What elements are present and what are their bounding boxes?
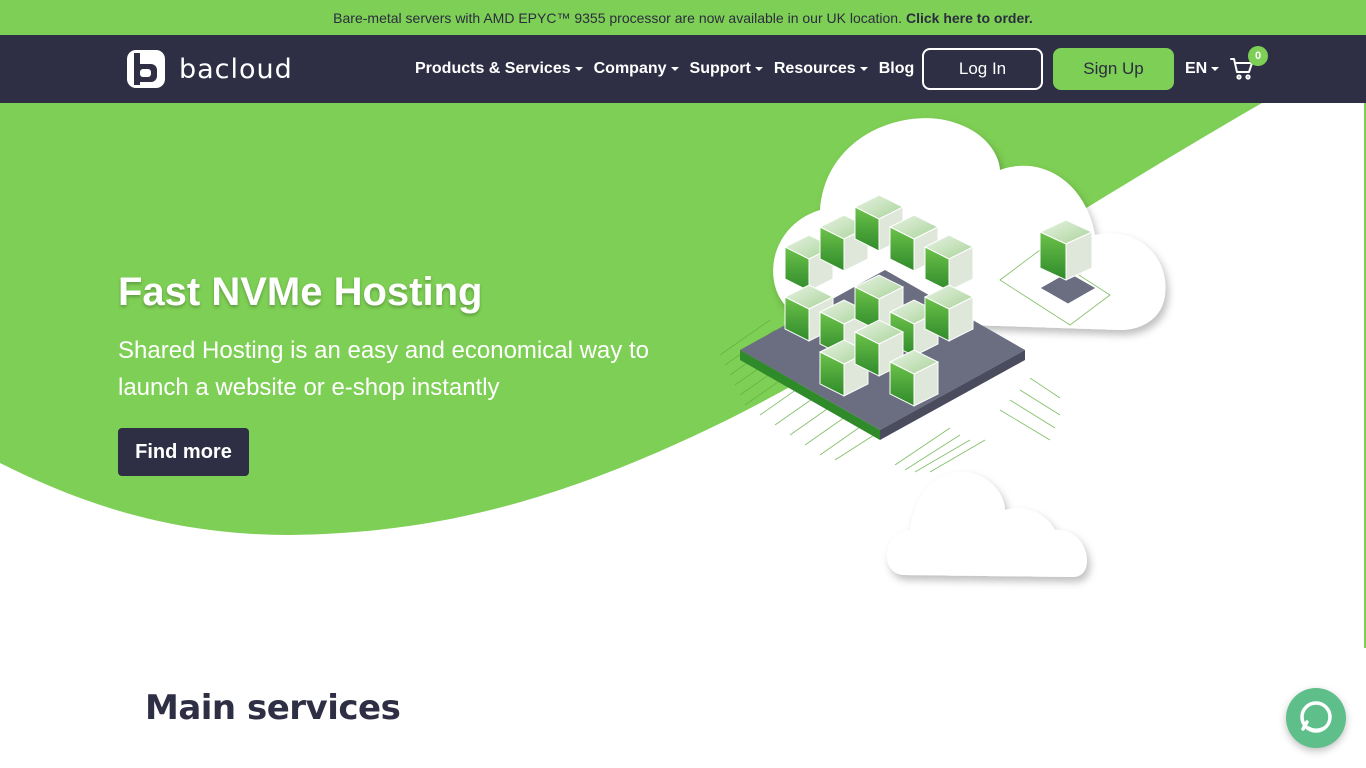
nav-item-blog[interactable]: Blog <box>879 60 915 78</box>
nav-item-resources[interactable]: Resources <box>774 60 868 78</box>
nav-item-support[interactable]: Support <box>690 60 763 78</box>
chat-widget-button[interactable] <box>1286 688 1346 748</box>
find-more-button[interactable]: Find more <box>118 428 249 476</box>
caret-down-icon <box>574 67 583 71</box>
logo-text: bacloud <box>179 53 293 85</box>
caret-down-icon <box>754 67 763 71</box>
announcement-text: Bare-metal servers with AMD EPYC™ 9355 p… <box>333 9 902 26</box>
small-cloud-icon <box>886 471 1087 577</box>
nav-item-products-services[interactable]: Products & Services <box>415 60 583 78</box>
nav-item-label: Support <box>689 60 751 77</box>
hero-title: Fast NVMe Hosting <box>118 270 483 314</box>
announcement-order-link[interactable]: Click here to order. <box>906 10 1033 26</box>
single-server-cube <box>1038 219 1098 305</box>
nav-item-label: Products & Services <box>415 60 571 77</box>
main-navbar: bacloud Products & Services Company Supp… <box>0 35 1366 103</box>
caret-down-icon <box>859 67 868 71</box>
language-label: EN <box>1185 60 1208 77</box>
caret-down-icon <box>670 67 679 71</box>
cart-count-badge: 0 <box>1248 46 1268 66</box>
announcement-bar: Bare-metal servers with AMD EPYC™ 9355 p… <box>0 0 1366 35</box>
nav-item-label: Blog <box>878 60 915 77</box>
main-services-heading: Main services <box>145 688 401 728</box>
chat-bubble-icon <box>1300 701 1332 733</box>
bacloud-logo-icon <box>127 50 165 88</box>
site-logo[interactable]: bacloud <box>127 49 293 89</box>
caret-down-icon <box>1211 67 1220 71</box>
login-button[interactable]: Log In <box>922 48 1043 90</box>
language-selector[interactable]: EN <box>1185 35 1220 103</box>
nav-item-company[interactable]: Company <box>594 60 679 78</box>
nav-item-label: Resources <box>773 60 856 77</box>
signup-button[interactable]: Sign Up <box>1053 48 1174 90</box>
nav-menu: Products & Services Company Support Reso… <box>415 35 925 103</box>
server-cloud-illustration <box>719 118 1166 577</box>
nav-item-label: Company <box>593 60 667 77</box>
hero-subtitle: Shared Hosting is an easy and economical… <box>118 337 649 401</box>
